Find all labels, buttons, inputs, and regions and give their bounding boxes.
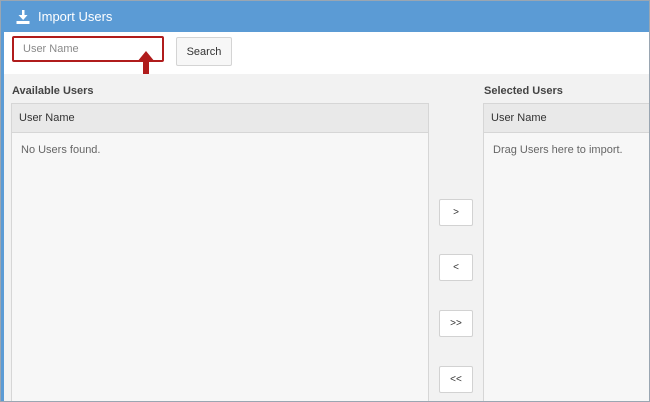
title-bar: Import Users	[4, 1, 649, 32]
download-icon	[15, 9, 31, 25]
callout-arrow-icon	[137, 51, 155, 76]
search-bar: Search	[4, 32, 649, 74]
selected-users-panel[interactable]: User Name Drag Users here to import.	[483, 103, 649, 401]
available-user-name-column-header[interactable]: User Name	[12, 104, 428, 133]
move-right-button[interactable]: >	[439, 199, 473, 226]
move-all-left-button[interactable]: <<	[439, 366, 473, 393]
selected-users-title: Selected Users	[484, 85, 563, 97]
move-left-button[interactable]: <	[439, 254, 473, 281]
import-users-dialog: Import Users Search 1 Available Users Se…	[0, 0, 650, 402]
available-empty-message: No Users found.	[21, 144, 101, 156]
selected-empty-message: Drag Users here to import.	[493, 144, 623, 156]
move-all-right-button[interactable]: >>	[439, 310, 473, 337]
selected-user-name-column-header[interactable]: User Name	[484, 104, 649, 133]
available-users-panel[interactable]: User Name No Users found.	[11, 103, 429, 401]
page-title: Import Users	[38, 9, 113, 24]
available-users-title: Available Users	[12, 85, 94, 97]
search-button[interactable]: Search	[176, 37, 232, 66]
transfer-area: Available Users Selected Users User Name…	[4, 74, 649, 401]
